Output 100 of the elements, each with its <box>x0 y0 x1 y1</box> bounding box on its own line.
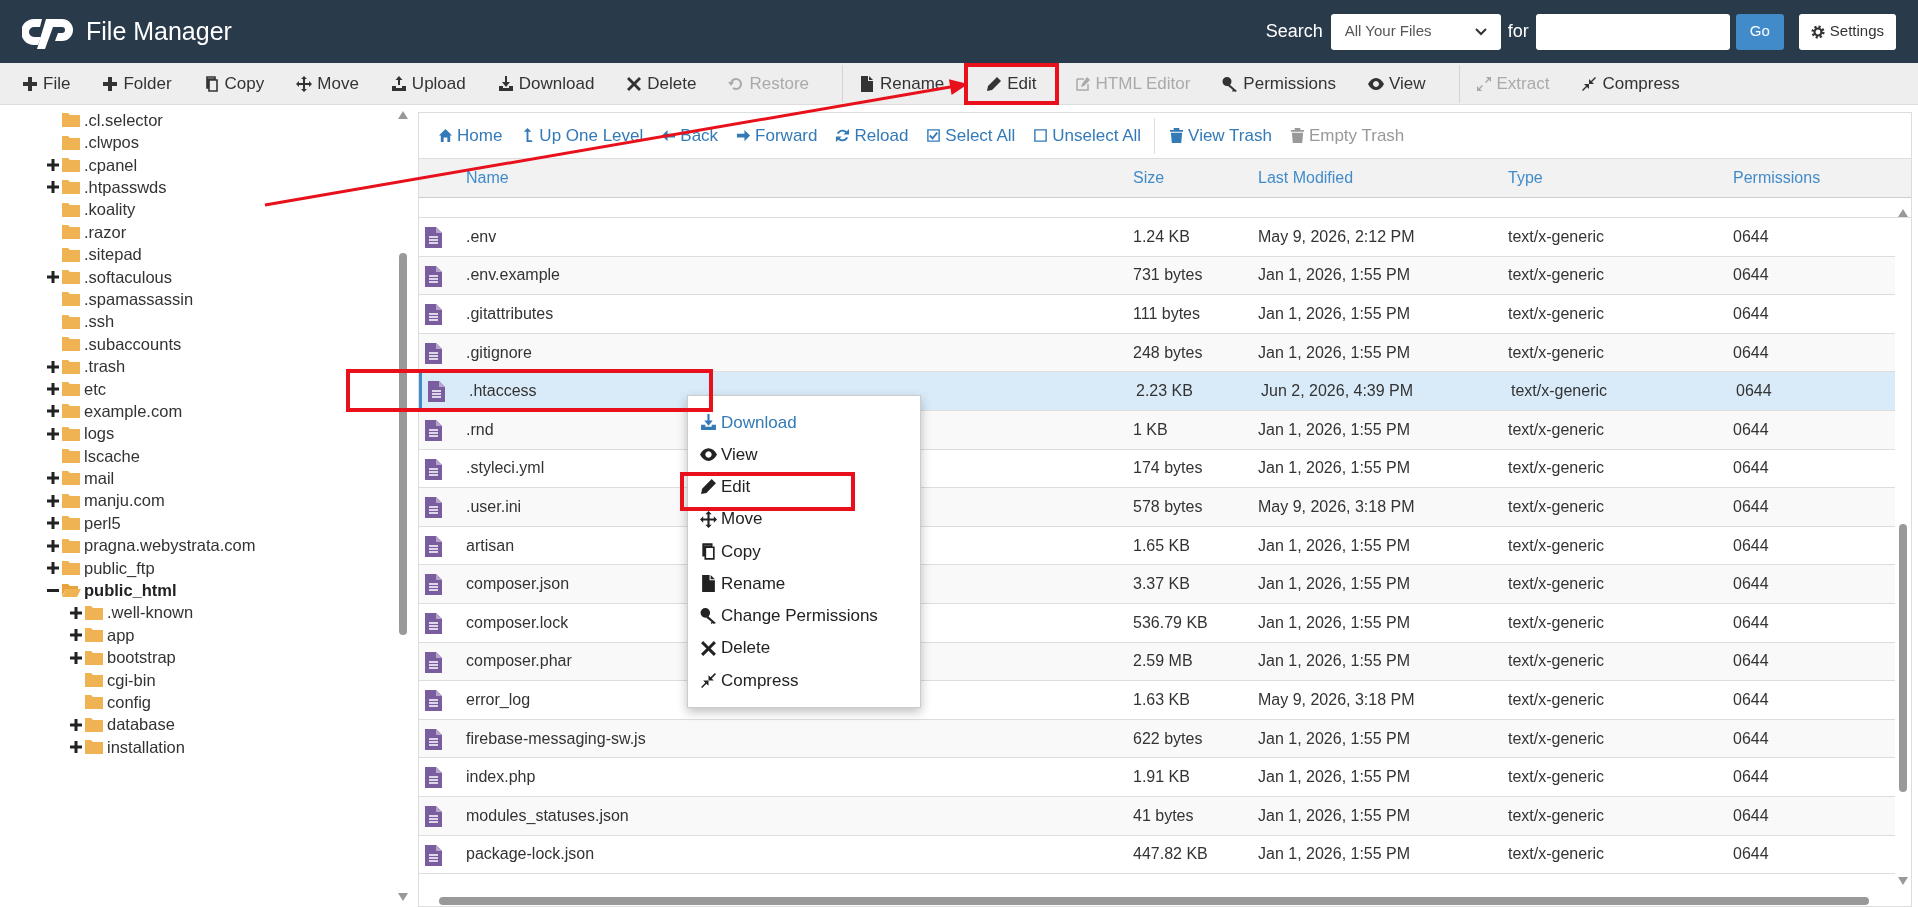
toolbar-button[interactable]: File <box>6 64 87 103</box>
folder-item[interactable]: .htpasswds <box>46 175 167 200</box>
expand-icon[interactable] <box>46 471 60 486</box>
go-button[interactable]: Go <box>1735 13 1784 50</box>
edit-document-icon <box>1074 75 1091 92</box>
expand-icon[interactable] <box>69 650 83 665</box>
expand-icon[interactable] <box>46 404 60 419</box>
file-name[interactable]: firebase-messaging-sw.js <box>466 729 646 747</box>
file-name[interactable]: .env.example <box>466 266 560 284</box>
table-cell: text/x-generic <box>1508 652 1605 670</box>
expand-icon[interactable] <box>69 628 83 643</box>
file-name[interactable]: .user.ini <box>466 497 522 515</box>
folder-item[interactable]: .clwpos <box>46 130 140 155</box>
scroll-down-icon[interactable] <box>1898 877 1908 885</box>
toolbar-button[interactable]: Edit <box>970 67 1053 100</box>
expand-icon[interactable] <box>69 605 83 620</box>
expand-icon[interactable] <box>46 359 60 374</box>
menu-item[interactable]: View <box>700 440 758 469</box>
toolbar-button[interactable]: Folder <box>86 64 188 103</box>
nav-link[interactable]: Unselect All <box>1024 117 1151 154</box>
nav-link[interactable]: Reload <box>826 117 918 154</box>
toolbar-button[interactable]: View <box>1351 64 1442 103</box>
nav-link[interactable]: Forward <box>727 117 827 154</box>
folder-icon <box>84 671 104 688</box>
folder-item[interactable]: pragna.webystrata.com <box>46 533 256 558</box>
file-name[interactable]: composer.json <box>466 575 570 593</box>
expand-icon[interactable] <box>46 426 60 441</box>
file-name[interactable]: .gitattributes <box>466 305 554 322</box>
scroll-thumb[interactable] <box>399 253 407 635</box>
menu-item[interactable]: Compress <box>700 666 799 695</box>
search-input[interactable] <box>1535 13 1730 50</box>
scroll-thumb[interactable] <box>1899 524 1907 792</box>
expand-icon[interactable] <box>46 269 60 284</box>
toolbar-button[interactable]: Copy <box>187 64 281 103</box>
folder-item[interactable]: .sitepad <box>46 242 142 267</box>
table-cell: Jan 1, 2026, 1:55 PM <box>1258 845 1411 863</box>
file-name[interactable]: .rnd <box>466 420 494 438</box>
toolbar-button[interactable]: Move <box>280 64 375 103</box>
expand-icon[interactable] <box>69 717 83 732</box>
table-cell: Jan 1, 2026, 1:55 PM <box>1258 266 1411 284</box>
menu-item[interactable]: Rename <box>700 569 786 598</box>
scroll-up-icon[interactable] <box>398 111 408 119</box>
file-name[interactable]: modules_statuses.json <box>466 806 629 824</box>
nav-link[interactable]: View Trash <box>1154 117 1281 154</box>
menu-item[interactable]: Download <box>700 408 797 437</box>
menu-item[interactable]: Move <box>700 505 763 533</box>
file-name[interactable]: package-lock.json <box>466 845 595 863</box>
expand-icon[interactable] <box>69 740 83 755</box>
scroll-thumb[interactable] <box>439 897 1869 905</box>
file-name[interactable]: .htaccess <box>469 382 537 400</box>
pencil-icon <box>700 478 717 496</box>
folder-item[interactable]: config <box>69 690 152 715</box>
expand-icon[interactable] <box>46 381 60 396</box>
scroll-up-icon[interactable] <box>1898 209 1908 217</box>
table-cell: 111 bytes <box>1133 305 1200 322</box>
expand-icon[interactable] <box>46 538 60 553</box>
file-name[interactable]: .styleci.yml <box>466 459 545 477</box>
document-icon <box>425 227 442 248</box>
nav-link[interactable]: Home <box>429 117 512 154</box>
menu-item[interactable]: Edit <box>700 472 751 501</box>
expand-icon[interactable] <box>46 158 60 172</box>
scroll-down-icon[interactable] <box>398 893 408 901</box>
toolbar-button[interactable]: Delete <box>610 64 713 103</box>
file-name[interactable]: composer.phar <box>466 652 572 670</box>
eye-icon <box>700 446 717 463</box>
settings-button[interactable]: Settings <box>1798 13 1896 50</box>
file-icon <box>859 75 875 92</box>
toolbar-button[interactable]: Permissions <box>1206 64 1352 103</box>
expand-icon[interactable] <box>46 493 60 508</box>
file-name[interactable]: .env <box>466 227 497 245</box>
nav-link[interactable]: Select All <box>917 117 1025 154</box>
empty-box-icon <box>1033 128 1049 143</box>
folder-item[interactable]: .trash <box>46 354 126 379</box>
toolbar-button[interactable]: Upload <box>374 64 482 103</box>
folder-item[interactable]: cgi-bin <box>69 667 156 693</box>
expand-icon[interactable] <box>46 561 60 575</box>
file-name[interactable]: artisan <box>466 536 515 554</box>
folder-item[interactable]: .cpanel <box>46 152 138 178</box>
search-scope-select[interactable]: All Your Files <box>1330 13 1501 50</box>
folder-icon <box>61 179 81 196</box>
expand-icon[interactable] <box>46 180 60 195</box>
file-name[interactable]: .gitignore <box>466 343 532 361</box>
file-name[interactable]: error_log <box>466 690 531 708</box>
toolbar-button[interactable]: Download <box>481 64 611 103</box>
key-icon <box>1222 75 1239 92</box>
toolbar-button[interactable]: Compress <box>1565 64 1696 103</box>
file-name[interactable]: index.php <box>466 768 536 786</box>
folder-item[interactable]: bootstrap <box>69 645 176 670</box>
menu-item[interactable]: Copy <box>700 537 761 566</box>
menu-item[interactable]: Delete <box>700 634 771 662</box>
folder-item[interactable]: mail <box>46 466 115 491</box>
upload-icon <box>390 75 407 92</box>
menu-item[interactable]: Change Permissions <box>700 601 878 630</box>
compress-arrows-icon <box>700 671 717 689</box>
file-name[interactable]: composer.lock <box>466 613 569 631</box>
folder-item[interactable]: public_html <box>46 578 177 603</box>
table-cell: text/x-generic <box>1508 690 1605 708</box>
folder-item[interactable]: public_ftp <box>46 555 155 581</box>
folder-item[interactable]: .cl.selector <box>46 107 163 133</box>
expand-icon[interactable] <box>46 516 60 531</box>
